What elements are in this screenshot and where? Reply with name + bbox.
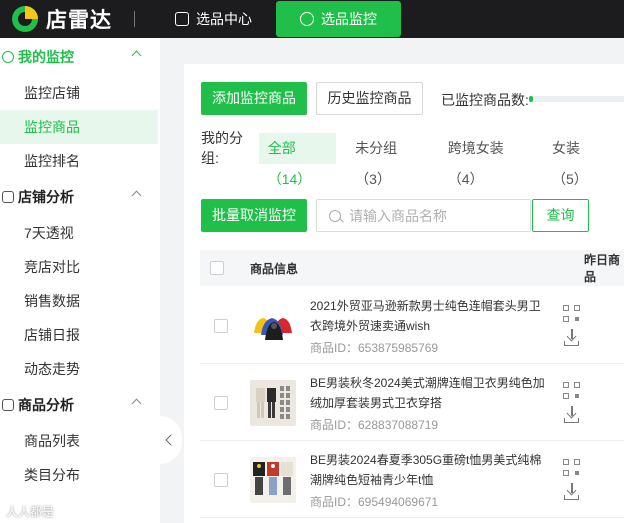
monitor-icon (2, 51, 14, 63)
nav-label: 选品中心 (196, 11, 252, 27)
sidebar-item-compare[interactable]: 竞店对比 (0, 250, 160, 284)
nav-selection-center[interactable]: 选品中心 (161, 0, 266, 38)
store-icon (2, 191, 14, 203)
qrcode-icon[interactable] (563, 305, 580, 322)
download-icon[interactable] (563, 483, 580, 500)
sidebar: 我的监控 监控店铺 监控商品 监控排名 店铺分析 7天透视 竞店对比 销售数据 … (0, 38, 160, 523)
section-label: 店铺分析 (18, 189, 74, 205)
sidebar-section-my-monitor[interactable]: 我的监控 (0, 38, 160, 76)
history-monitor-goods-button[interactable]: 历史监控商品 (316, 82, 423, 115)
product-image[interactable] (250, 457, 296, 503)
monitored-count-label: 已监控商品数: (441, 92, 529, 108)
query-button[interactable]: 查询 (532, 199, 589, 232)
sidebar-item-goods-list[interactable]: 商品列表 (0, 424, 160, 458)
section-label: 我的监控 (18, 49, 74, 65)
shop-bag-icon (175, 12, 189, 26)
top-bar: 店雷达 选品中心 选品监控 (0, 0, 624, 38)
sidebar-item-daily[interactable]: 店铺日报 (0, 318, 160, 352)
sidebar-item-sales[interactable]: 销售数据 (0, 284, 160, 318)
header-yesterday: 昨日商品 (584, 253, 621, 284)
nav-selection-monitor[interactable]: 选品监控 (276, 1, 401, 37)
qrcode-icon[interactable] (563, 459, 580, 476)
table-header: 商品信息 昨日商品 (200, 250, 624, 286)
goods-icon (2, 399, 14, 411)
group-crossborder-women[interactable]: 跨境女装（4） (439, 133, 533, 187)
sidebar-section-goods-analysis[interactable]: 商品分析 (0, 386, 160, 424)
product-id: 商品ID：695494069671 (310, 495, 439, 509)
chevron-up-icon (131, 398, 142, 409)
sidebar-section-shop-analysis[interactable]: 店铺分析 (0, 178, 160, 216)
product-image[interactable] (250, 380, 296, 426)
row-checkbox[interactable] (214, 319, 228, 333)
monitored-count-progress (529, 96, 624, 102)
search-icon (329, 209, 341, 222)
sidebar-item-monitor-shops[interactable]: 监控店铺 (0, 76, 160, 110)
main-panel: 添加监控商品 历史监控商品 已监控商品数: 我的分组: 全部（14） 未分组（3… (184, 64, 624, 523)
product-title[interactable]: BE男装秋冬2024美式潮牌连帽卫衣男纯色加绒加厚套装男式卫衣穿搭 (310, 373, 550, 413)
monitor-icon (300, 12, 314, 26)
group-women[interactable]: 女装（5） (543, 133, 614, 187)
group-ungrouped[interactable]: 未分组（3） (346, 133, 429, 187)
header-goods-info: 商品信息 (250, 261, 299, 276)
sidebar-item-monitor-goods[interactable]: 监控商品 (0, 110, 158, 144)
table-row: BE男装秋冬2024美式潮牌连帽卫衣男纯色加绒加厚套装男式卫衣穿搭 商品ID：6… (200, 364, 624, 441)
sidebar-item-7day[interactable]: 7天透视 (0, 216, 160, 250)
group-all[interactable]: 全部（14） (258, 132, 337, 187)
progress-fill (529, 96, 533, 102)
search-box (316, 199, 531, 232)
table-row: 2021外贸亚马逊新款男士纯色连帽套头男卫衣跨境外贸速卖通wish 商品ID：6… (200, 287, 624, 364)
select-all-checkbox[interactable] (210, 261, 224, 275)
product-id: 商品ID：653875985769 (310, 341, 439, 355)
search-input[interactable] (349, 207, 519, 224)
product-image[interactable] (250, 303, 296, 349)
sidebar-item-category[interactable]: 类目分布 (0, 458, 160, 492)
row-checkbox[interactable] (214, 396, 228, 410)
row-checkbox[interactable] (214, 473, 228, 487)
product-title[interactable]: BE男装2024春夏季305G重磅t恤男美式纯棉潮牌纯色短袖青少年t恤 (310, 450, 550, 490)
sidebar-collapse-button[interactable] (160, 416, 182, 464)
batch-cancel-monitor-button[interactable]: 批量取消监控 (201, 199, 307, 232)
chevron-up-icon (131, 190, 142, 201)
sidebar-item-monitor-ranking[interactable]: 监控排名 (0, 144, 160, 178)
top-nav: 选品中心 选品监控 (161, 0, 401, 38)
section-label: 商品分析 (18, 397, 74, 413)
brand-logo[interactable]: 店雷达 (12, 4, 112, 34)
watermark: 人人都是 (6, 505, 55, 519)
brand-name: 店雷达 (46, 9, 112, 32)
chevron-up-icon (131, 50, 142, 61)
qrcode-icon[interactable] (563, 382, 580, 399)
product-title[interactable]: 2021外贸亚马逊新款男士纯色连帽套头男卫衣跨境外贸速卖通wish (310, 296, 550, 336)
group-filter: 我的分组: 全部（14） 未分组（3） 跨境女装（4） 女装（5） (201, 128, 624, 187)
logo-icon (12, 6, 38, 32)
download-icon[interactable] (563, 406, 580, 423)
add-monitor-goods-button[interactable]: 添加监控商品 (201, 82, 307, 115)
nav-label: 选品监控 (321, 11, 377, 27)
sidebar-item-trend[interactable]: 动态走势 (0, 352, 160, 386)
table-row: BE男装2024春夏季305G重磅t恤男美式纯棉潮牌纯色短袖青少年t恤 商品ID… (200, 441, 624, 518)
product-id: 商品ID：628837088719 (310, 418, 439, 432)
divider (134, 11, 135, 27)
download-icon[interactable] (563, 329, 580, 346)
group-label: 我的分组: (201, 130, 243, 166)
